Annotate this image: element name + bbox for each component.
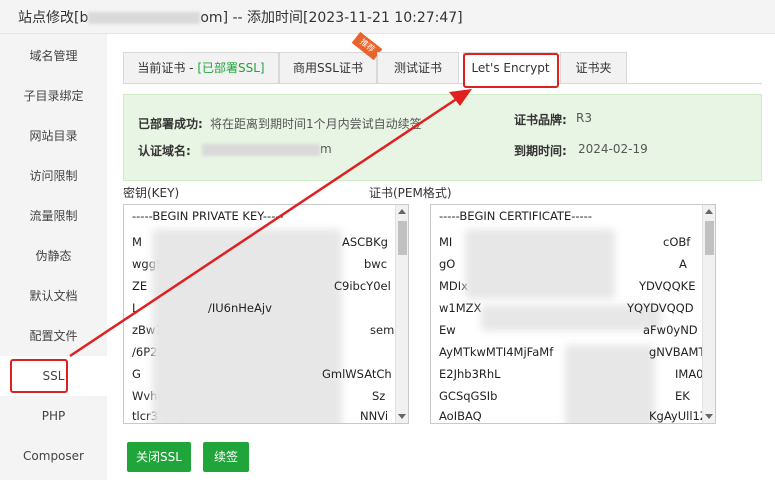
redacted-cert-mask xyxy=(465,229,615,299)
sidebar-item-php[interactable]: PHP xyxy=(0,396,107,436)
sidebar-item-site-dir[interactable]: 网站目录 xyxy=(0,116,107,156)
scroll-down-icon[interactable] xyxy=(398,414,406,419)
main-panel: 当前证书 - [已部署SSL] 商用SSL证书 推荐 测试证书 Let's En… xyxy=(107,31,775,480)
sidebar-item-composer[interactable]: Composer xyxy=(0,436,107,476)
redacted-domain xyxy=(88,12,201,24)
sidebar-item-traffic[interactable]: 流量限制 xyxy=(0,196,107,236)
renew-button[interactable]: 续签 xyxy=(203,442,249,472)
scroll-up-icon[interactable] xyxy=(705,209,713,214)
private-key-textarea[interactable]: -----BEGIN PRIVATE KEY----- M wggSkA ZE … xyxy=(123,204,409,424)
sidebar-item-config[interactable]: 配置文件 xyxy=(0,316,107,356)
scroll-thumb[interactable] xyxy=(398,221,407,255)
redacted-domain xyxy=(202,143,320,156)
tab-test-cert[interactable]: 测试证书 xyxy=(377,52,459,84)
brand-label: 证书品牌: xyxy=(514,113,567,127)
sidebar-item-subdir[interactable]: 子目录绑定 xyxy=(0,76,107,116)
title-bar: 站点修改[b om] -- 添加时间[2023-11-21 10:27:47] xyxy=(0,0,775,34)
sidebar-item-access[interactable]: 访问限制 xyxy=(0,156,107,196)
expire-value: 2024-02-19 xyxy=(578,142,648,156)
cert-scrollbar[interactable] xyxy=(702,205,715,423)
domain-label: 认证域名: xyxy=(138,144,191,158)
ssl-status-badge: [已部署SSL] xyxy=(197,61,265,75)
scroll-up-icon[interactable] xyxy=(398,209,406,214)
scroll-down-icon[interactable] xyxy=(705,414,713,419)
deploy-text: 将在距离到期时间1个月内尝试自动续签 xyxy=(210,117,422,131)
expire-label: 到期时间: xyxy=(514,144,567,158)
domain-value: m xyxy=(202,142,332,156)
tab-commercial-ssl[interactable]: 商用SSL证书 推荐 xyxy=(279,31,383,84)
redacted-cert-mask xyxy=(565,345,655,423)
tab-current-cert[interactable]: 当前证书 - [已部署SSL] xyxy=(123,52,279,84)
title-prefix: 站点修改[b xyxy=(18,10,89,26)
certificate-textarea[interactable]: -----BEGIN CERTIFICATE----- MI gO MDIx w… xyxy=(430,204,716,424)
key-scrollbar[interactable] xyxy=(395,205,408,423)
annotation-highlight-ssl xyxy=(10,359,68,393)
scroll-thumb[interactable] xyxy=(705,221,714,255)
key-label: 密钥(KEY) xyxy=(123,186,180,200)
title-suffix: om] -- 添加时间[2023-11-21 10:27:47] xyxy=(200,10,463,26)
cert-info-panel: 已部署成功: 将在距离到期时间1个月内尝试自动续签 认证域名: m 证书品牌: … xyxy=(123,94,762,181)
sidebar-item-domain[interactable]: 域名管理 xyxy=(0,36,107,76)
window-title: 站点修改[b om] -- 添加时间[2023-11-21 10:27:47] xyxy=(18,7,463,27)
cert-label: 证书(PEM格式) xyxy=(369,186,452,200)
ssl-tabs: 当前证书 - [已部署SSL] 商用SSL证书 推荐 测试证书 Let's En… xyxy=(123,31,762,84)
annotation-highlight-lets-encrypt xyxy=(463,53,559,88)
sidebar-item-default-doc[interactable]: 默认文档 xyxy=(0,276,107,316)
deploy-label: 已部署成功: xyxy=(138,117,203,131)
sidebar: 域名管理 子目录绑定 网站目录 访问限制 流量限制 伪静态 默认文档 配置文件 … xyxy=(0,34,107,480)
redacted-key-mask xyxy=(152,229,342,423)
tab-cert-folder[interactable]: 证书夹 xyxy=(560,52,627,84)
sidebar-item-rewrite[interactable]: 伪静态 xyxy=(0,236,107,276)
close-ssl-button[interactable]: 关闭SSL xyxy=(127,442,191,472)
brand-value: R3 xyxy=(576,111,592,125)
